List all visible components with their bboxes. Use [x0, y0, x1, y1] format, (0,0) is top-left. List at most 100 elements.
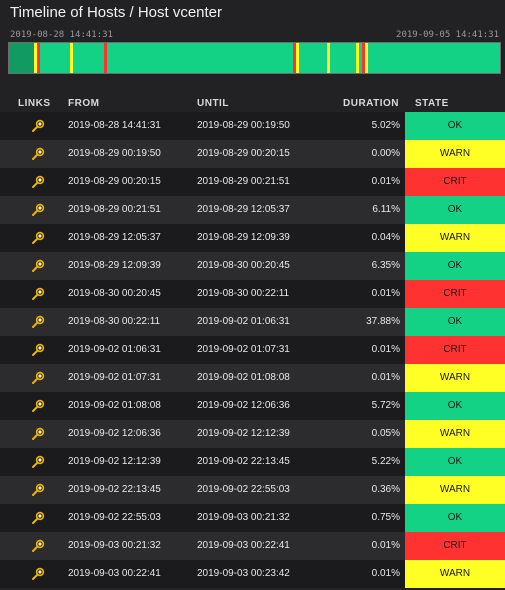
row-link[interactable]: [18, 252, 62, 280]
table-row: 2019-08-29 00:19:50 2019-08-29 00:20:15 0.…: [0, 140, 505, 168]
row-duration: 6.11%: [372, 204, 400, 215]
row-until: 2019-09-02 01:07:31: [197, 344, 290, 355]
header-state: STATE: [415, 98, 449, 109]
row-duration: 5.02%: [371, 120, 400, 131]
row-duration: 37.88%: [366, 316, 400, 327]
row-link[interactable]: [18, 504, 62, 532]
row-link[interactable]: [18, 280, 62, 308]
timeline-segment[interactable]: [106, 43, 293, 73]
row-until: 2019-09-03 00:21:32: [197, 512, 290, 523]
row-until: 2019-09-03 00:23:42: [197, 568, 290, 579]
row-from: 2019-09-02 22:55:03: [68, 512, 161, 523]
timeline-segment[interactable]: [365, 43, 369, 73]
row-from: 2019-09-02 01:07:31: [68, 372, 161, 383]
row-link[interactable]: [18, 168, 62, 196]
row-until: 2019-09-03 00:22:41: [197, 540, 290, 551]
row-link[interactable]: [18, 448, 62, 476]
row-from: 2019-08-29 00:19:50: [68, 148, 161, 159]
row-state-badge: WARN: [405, 364, 505, 392]
table-row: 2019-08-30 00:22:11 2019-09-02 01:06:31 37…: [0, 308, 505, 336]
row-state-badge: WARN: [405, 224, 505, 252]
row-link[interactable]: [18, 112, 62, 140]
row-until: 2019-09-02 22:55:03: [197, 484, 290, 495]
row-state-badge: CRIT: [405, 336, 505, 364]
row-from: 2019-08-30 00:20:45: [68, 288, 161, 299]
row-link[interactable]: [18, 560, 62, 588]
row-link[interactable]: [18, 224, 62, 252]
row-state-badge: OK: [405, 252, 505, 280]
row-until: 2019-08-29 12:09:39: [197, 232, 290, 243]
header-from: FROM: [68, 98, 100, 109]
table-row: 2019-09-02 01:06:31 2019-09-02 01:07:31 0.…: [0, 336, 505, 364]
table-row: 2019-09-03 00:21:32 2019-09-03 00:22:41 0.…: [0, 532, 505, 560]
row-state-badge: OK: [405, 196, 505, 224]
row-from: 2019-09-03 00:21:32: [68, 540, 161, 551]
table-row: 2019-08-29 00:20:15 2019-08-29 00:21:51 0.…: [0, 168, 505, 196]
row-duration: 0.00%: [371, 148, 400, 159]
row-from: 2019-09-02 12:06:36: [68, 428, 161, 439]
row-state-badge: WARN: [405, 560, 505, 588]
row-from: 2019-08-29 00:21:51: [68, 204, 161, 215]
header-links: LINKS: [18, 98, 51, 109]
row-from: 2019-08-29 12:09:39: [68, 260, 161, 271]
row-duration: 0.01%: [371, 540, 400, 551]
timeline-segment[interactable]: [72, 43, 104, 73]
table-row: 2019-08-30 00:20:45 2019-08-30 00:22:11 0.…: [0, 280, 505, 308]
row-duration: 0.01%: [371, 344, 400, 355]
row-until: 2019-09-02 22:13:45: [197, 456, 290, 467]
row-state-badge: OK: [405, 392, 505, 420]
row-link[interactable]: [18, 392, 62, 420]
row-from: 2019-08-29 00:20:15: [68, 176, 161, 187]
timeline-start-label: 2019-08-28 14:41:31: [10, 30, 113, 40]
timeline-bar[interactable]: [8, 42, 501, 74]
row-link[interactable]: [18, 140, 62, 168]
row-link[interactable]: [18, 336, 62, 364]
row-duration: 0.01%: [371, 568, 400, 579]
row-state-badge: CRIT: [405, 168, 505, 196]
row-state-badge: WARN: [405, 140, 505, 168]
header-duration: DURATION: [343, 98, 400, 109]
row-link[interactable]: [18, 308, 62, 336]
row-until: 2019-09-02 01:06:31: [197, 316, 290, 327]
table-header: LINKS FROM UNTIL DURATION STATE: [0, 98, 505, 112]
table-row: 2019-08-29 12:05:37 2019-08-29 12:09:39 0.…: [0, 224, 505, 252]
table-row: 2019-09-02 22:13:45 2019-09-02 22:55:03 0.…: [0, 476, 505, 504]
row-from: 2019-08-28 14:41:31: [68, 120, 161, 131]
header-until: UNTIL: [197, 98, 229, 109]
row-duration: 0.01%: [371, 176, 400, 187]
timeline-segment[interactable]: [39, 43, 70, 73]
table-row: 2019-08-28 14:41:31 2019-08-29 00:19:50 5.…: [0, 112, 505, 140]
row-until: 2019-08-30 00:22:11: [197, 288, 290, 299]
row-link[interactable]: [18, 476, 62, 504]
row-link[interactable]: [18, 420, 62, 448]
row-state-badge: OK: [405, 504, 505, 532]
row-link[interactable]: [18, 196, 62, 224]
timeline-segment[interactable]: [298, 43, 327, 73]
row-from: 2019-08-30 00:22:11: [68, 316, 161, 327]
row-duration: 0.01%: [371, 372, 400, 383]
row-until: 2019-08-29 00:20:15: [197, 148, 290, 159]
row-link[interactable]: [18, 532, 62, 560]
row-duration: 5.72%: [371, 400, 400, 411]
table-row: 2019-09-02 01:08:08 2019-09-02 12:06:36 5.…: [0, 392, 505, 420]
row-duration: 0.75%: [371, 512, 400, 523]
timeline-segment[interactable]: [329, 43, 356, 73]
timeline-end-label: 2019-09-05 14:41:31: [396, 30, 499, 40]
row-until: 2019-08-29 00:21:51: [197, 176, 290, 187]
timeline-segment[interactable]: [9, 43, 34, 73]
row-link[interactable]: [18, 364, 62, 392]
table-row: 2019-08-29 00:21:51 2019-08-29 12:05:37 6.…: [0, 196, 505, 224]
row-until: 2019-09-02 12:12:39: [197, 428, 290, 439]
row-state-badge: CRIT: [405, 532, 505, 560]
row-from: 2019-09-02 12:12:39: [68, 456, 161, 467]
row-from: 2019-09-02 22:13:45: [68, 484, 161, 495]
row-duration: 0.36%: [371, 484, 400, 495]
row-until: 2019-09-02 12:06:36: [197, 400, 290, 411]
row-state-badge: OK: [405, 308, 505, 336]
table-row: 2019-09-02 01:07:31 2019-09-02 01:08:08 0.…: [0, 364, 505, 392]
table-row: 2019-09-02 12:06:36 2019-09-02 12:12:39 0.…: [0, 420, 505, 448]
row-state-badge: WARN: [405, 476, 505, 504]
row-duration: 6.35%: [371, 260, 400, 271]
row-until: 2019-08-30 00:20:45: [197, 260, 290, 271]
row-duration: 0.05%: [371, 428, 400, 439]
